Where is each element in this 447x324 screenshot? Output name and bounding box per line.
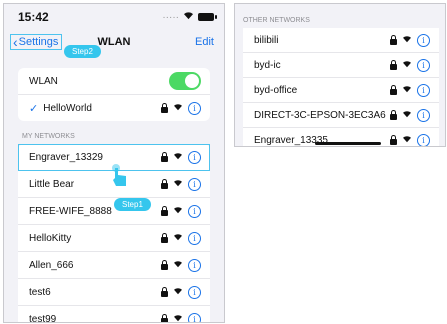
wifi-icon bbox=[173, 287, 183, 297]
network-name: byd-office bbox=[254, 84, 298, 96]
info-icon[interactable]: i bbox=[417, 33, 430, 47]
wlan-settings-screen: 15:42 ····· ‹ Settings WLAN Edit WLAN ✓ … bbox=[3, 3, 225, 323]
edit-button[interactable]: Edit bbox=[195, 36, 214, 48]
my-networks-header: MY NETWORKS bbox=[22, 133, 75, 140]
info-icon[interactable]: i bbox=[188, 258, 201, 272]
signal-dots: ····· bbox=[162, 11, 179, 23]
network-row[interactable]: test6 i bbox=[18, 279, 210, 306]
info-icon[interactable]: i bbox=[188, 177, 201, 191]
wifi-icon bbox=[173, 103, 183, 113]
other-networks-list: bilibili i byd-ic i byd-office i DIRECT-3C-EPS… bbox=[243, 28, 439, 146]
network-row[interactable]: byd-ic i bbox=[243, 53, 439, 78]
wifi-icon bbox=[173, 260, 183, 270]
lock-icon bbox=[161, 205, 168, 216]
wifi-icon bbox=[173, 206, 183, 216]
info-icon[interactable]: i bbox=[417, 83, 430, 97]
pointer-hand-icon bbox=[110, 164, 130, 190]
status-bar: 15:42 ····· bbox=[4, 4, 224, 30]
network-row[interactable]: HelloKitty i bbox=[18, 225, 210, 252]
lock-icon bbox=[161, 178, 168, 189]
network-row[interactable]: bilibili i bbox=[243, 28, 439, 53]
info-icon[interactable]: i bbox=[188, 285, 201, 299]
network-name: Allen_666 bbox=[29, 259, 74, 271]
info-icon[interactable]: i bbox=[188, 150, 201, 164]
wifi-icon bbox=[173, 179, 183, 189]
info-icon[interactable]: i bbox=[417, 133, 430, 146]
chevron-left-icon: ‹ bbox=[13, 34, 18, 50]
wlan-label: WLAN bbox=[29, 75, 58, 87]
info-icon[interactable]: i bbox=[188, 231, 201, 245]
lock-icon bbox=[390, 59, 397, 70]
step2-badge: Step2 bbox=[64, 45, 101, 58]
network-name: test99 bbox=[29, 313, 57, 323]
connected-network-name: HelloWorld bbox=[43, 102, 92, 114]
battery-icon bbox=[198, 13, 217, 21]
connected-network-row[interactable]: ✓ HelloWorld i bbox=[18, 95, 210, 121]
wlan-toggle[interactable] bbox=[169, 72, 201, 90]
checkmark-icon: ✓ bbox=[29, 102, 39, 115]
lock-icon bbox=[390, 109, 397, 120]
network-row[interactable]: Allen_666 i bbox=[18, 252, 210, 279]
wifi-icon bbox=[402, 35, 412, 45]
wifi-icon bbox=[402, 85, 412, 95]
lock-icon bbox=[161, 232, 168, 243]
lock-icon bbox=[161, 313, 168, 322]
info-icon[interactable]: i bbox=[188, 312, 201, 322]
lock-icon bbox=[161, 286, 168, 297]
wifi-icon bbox=[173, 233, 183, 243]
info-icon[interactable]: i bbox=[188, 204, 201, 218]
network-row[interactable]: test99 i bbox=[18, 306, 210, 323]
network-row[interactable]: byd-office i bbox=[243, 78, 439, 103]
lock-icon bbox=[390, 34, 397, 45]
other-networks-screen: OTHER NETWORKS bilibili i byd-ic i byd-offic… bbox=[234, 3, 446, 147]
nav-bar: ‹ Settings WLAN Edit bbox=[4, 30, 224, 54]
settings-back-button[interactable]: ‹ Settings bbox=[10, 34, 63, 50]
wifi-icon bbox=[402, 135, 412, 145]
network-name: byd-ic bbox=[254, 59, 281, 71]
status-icons: ····· bbox=[162, 11, 217, 23]
wifi-icon bbox=[402, 110, 412, 120]
lock-icon bbox=[161, 259, 168, 270]
scroll-indicator bbox=[315, 142, 381, 145]
wifi-status-icon bbox=[183, 11, 194, 23]
step1-badge: Step1 bbox=[114, 198, 151, 211]
info-icon[interactable]: i bbox=[417, 108, 430, 122]
network-row[interactable]: DIRECT-3C-EPSON-3EC3A6 i bbox=[243, 103, 439, 128]
wifi-icon bbox=[173, 152, 183, 162]
wifi-icon bbox=[402, 60, 412, 70]
back-label: Settings bbox=[18, 36, 59, 48]
network-name: bilibili bbox=[254, 34, 279, 46]
info-icon[interactable]: i bbox=[417, 58, 430, 72]
network-name: HelloKitty bbox=[29, 232, 72, 244]
lock-icon bbox=[161, 102, 168, 113]
lock-icon bbox=[390, 134, 397, 145]
wlan-group: WLAN ✓ HelloWorld i bbox=[18, 68, 210, 121]
network-name: Little Bear bbox=[29, 178, 75, 190]
wifi-icon bbox=[173, 314, 183, 322]
lock-icon bbox=[161, 151, 168, 162]
network-name: Engraver_13329 bbox=[29, 151, 103, 163]
status-time: 15:42 bbox=[18, 10, 49, 24]
network-name: test6 bbox=[29, 286, 51, 298]
wlan-toggle-row: WLAN bbox=[18, 68, 210, 95]
other-networks-header: OTHER NETWORKS bbox=[243, 17, 310, 24]
lock-icon bbox=[390, 84, 397, 95]
network-name: DIRECT-3C-EPSON-3EC3A6 bbox=[254, 109, 386, 121]
info-icon[interactable]: i bbox=[188, 101, 201, 115]
